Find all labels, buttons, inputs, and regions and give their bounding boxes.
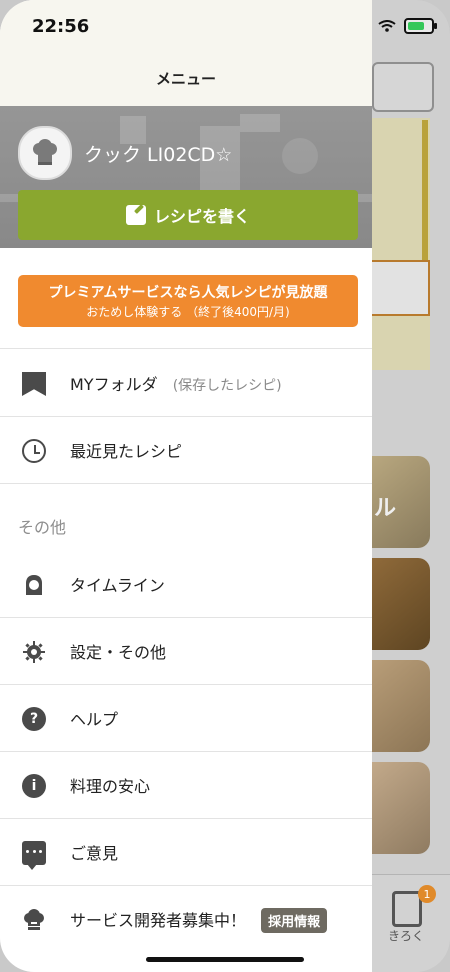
recruit-tag[interactable]: 採用情報 <box>261 908 328 933</box>
menu-item-label: 最近見たレシピ <box>70 442 183 461</box>
drawer-title: メニュー <box>155 70 216 88</box>
premium-title: プレミアムサービスなら人気レシピが見放題 <box>48 285 328 301</box>
write-recipe-label: レシピを書く <box>153 207 250 226</box>
profile-username[interactable]: クック LI02CD☆ <box>84 140 232 167</box>
battery-icon <box>404 18 437 34</box>
write-recipe-button[interactable]: レシピを書く <box>18 190 358 240</box>
home-indicator[interactable] <box>146 957 304 962</box>
info-icon: i <box>22 774 46 798</box>
tab-kiroku-label: きろく <box>388 929 425 943</box>
drawer-header: 22:56 メニュー <box>0 0 372 106</box>
menu-item-label: ご意見 <box>70 844 119 863</box>
side-menu-drawer: 22:56 メニュー クック LI02CD☆ レシピを書く プレミアムサービスな… <box>0 0 372 972</box>
question-icon: ? <box>22 707 46 731</box>
phone-screen: •••• ル 1 きろく <box>0 0 450 972</box>
menu-item-label: 設定・その他 <box>70 643 167 662</box>
chef-hat-icon <box>33 139 57 165</box>
avatar[interactable] <box>18 126 72 180</box>
divider <box>0 348 372 349</box>
status-time: 22:56 <box>32 16 90 37</box>
tab-kiroku[interactable]: 1 きろく <box>388 885 436 943</box>
menu-item-food-safety[interactable]: i 料理の安心 <box>0 752 372 818</box>
bookmark-icon <box>22 372 46 396</box>
clock-icon <box>22 439 46 463</box>
menu-item-settings[interactable]: 設定・その他 <box>0 618 372 684</box>
notification-badge: 1 <box>418 885 436 903</box>
menu-item-label: MYフォルダ <box>70 375 158 394</box>
menu-item-feedback[interactable]: ご意見 <box>0 819 372 885</box>
edit-icon <box>125 205 146 225</box>
person-icon <box>26 575 42 595</box>
background-food-card[interactable]: ル <box>372 456 430 548</box>
chef-hat-icon <box>24 909 44 930</box>
divider <box>0 483 372 484</box>
premium-subtitle: おためし体験する （終了後400円/月) <box>86 305 290 319</box>
background-search-box[interactable] <box>372 62 434 112</box>
background-tabbar: 1 きろく <box>372 874 450 972</box>
wifi-icon <box>378 20 396 32</box>
background-banner[interactable] <box>372 118 430 370</box>
menu-item-label: サービス開発者募集中！ <box>70 911 247 930</box>
gear-icon <box>23 641 45 663</box>
background-food-card[interactable] <box>372 660 430 752</box>
menu-item-sub-label: (保存したレシピ) <box>172 378 282 394</box>
chat-icon <box>22 841 46 870</box>
menu-item-my-folder[interactable]: MYフォルダ (保存したレシピ) <box>0 350 372 416</box>
background-food-card[interactable] <box>372 762 430 854</box>
menu-item-help[interactable]: ? ヘルプ <box>0 685 372 751</box>
menu-item-recent-recipes[interactable]: 最近見たレシピ <box>0 417 372 483</box>
menu-item-careers[interactable]: サービス開発者募集中！ 採用情報 <box>0 886 372 952</box>
menu-item-label: タイムライン <box>70 576 165 595</box>
menu-item-timeline[interactable]: タイムライン <box>0 551 372 617</box>
menu-item-label: 料理の安心 <box>70 777 151 796</box>
menu-item-label: ヘルプ <box>70 710 119 729</box>
profile-section: クック LI02CD☆ レシピを書く <box>0 106 372 248</box>
section-title-other: その他 <box>18 518 67 537</box>
premium-banner-button[interactable]: プレミアムサービスなら人気レシピが見放題 おためし体験する （終了後400円/月… <box>18 275 358 327</box>
background-food-card[interactable] <box>372 558 430 650</box>
